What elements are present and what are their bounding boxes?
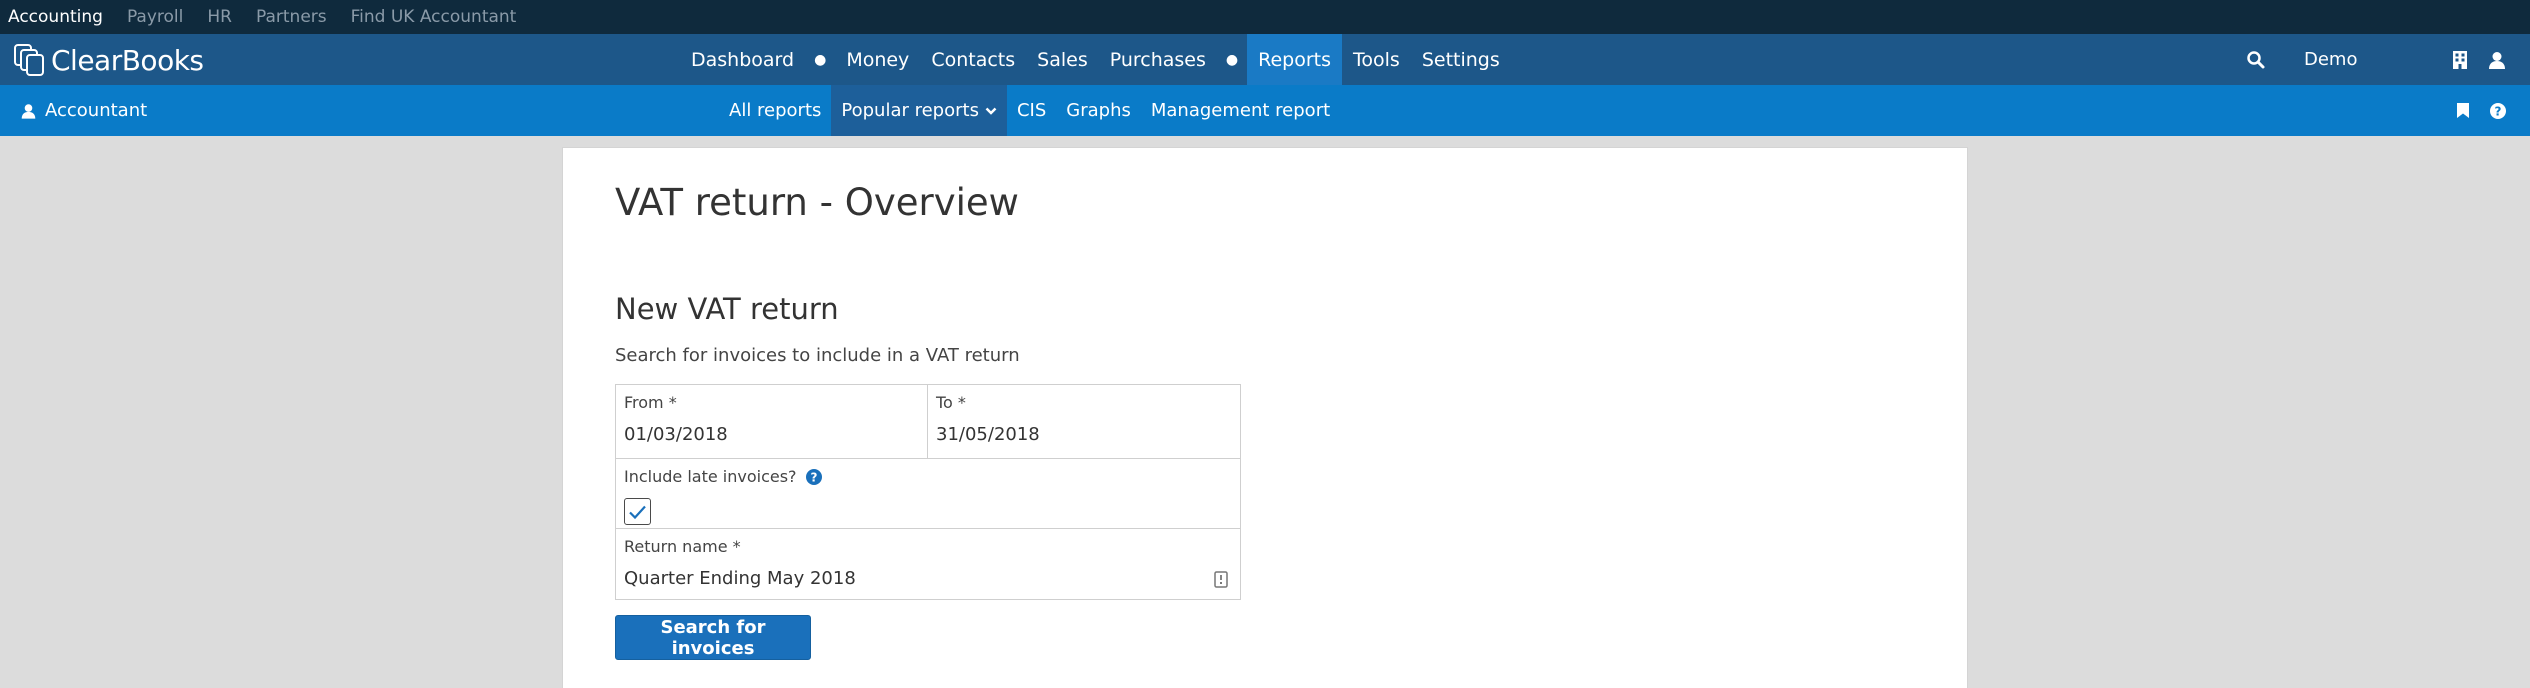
search-button[interactable] [2246,34,2266,85]
late-invoices-label-row: Include late invoices? ? [624,467,1232,486]
company-switcher[interactable]: Demo [2304,34,2357,85]
clearbooks-logo[interactable]: ClearBooks [13,43,204,77]
section-title: New VAT return [615,292,839,326]
from-date-field[interactable]: From * 01/03/2018 [616,385,928,459]
help-icon: ? [2490,102,2506,119]
late-invoices-field: Include late invoices? ? [616,459,1240,529]
to-date-label: To * [936,393,966,412]
return-name-field[interactable]: Return name * Quarter Ending May 2018 [616,529,1240,599]
product-link-payroll[interactable]: Payroll [127,7,183,27]
nav-purchases[interactable]: Purchases [1099,34,1217,85]
sub-nav-items: All reports Popular reports CIS Graphs M… [719,85,1340,136]
subnav-popular-reports[interactable]: Popular reports [831,85,1007,136]
nav-sales[interactable]: Sales [1026,34,1099,85]
building-icon [2453,50,2467,69]
late-invoices-checkbox[interactable] [624,498,651,525]
vat-return-form: From * 01/03/2018 To * 31/05/2018 Includ… [615,384,1241,600]
product-link-hr[interactable]: HR [207,7,232,27]
main-nav-items: Dashboard ● Money Contacts Sales Purchas… [680,34,1511,85]
product-bar: Accounting Payroll HR Partners Find UK A… [0,0,2530,34]
help-icon[interactable]: ? [805,468,823,486]
nav-reports[interactable]: Reports [1247,34,1343,85]
search-invoices-button[interactable]: Search for invoices [615,615,811,660]
search-icon [2247,50,2265,68]
nav-separator-dot: ● [814,51,827,68]
svg-text:?: ? [810,470,817,484]
user-icon [21,103,36,119]
product-link-partners[interactable]: Partners [256,7,327,27]
subnav-all-reports[interactable]: All reports [719,85,831,136]
logo-icon [14,44,44,76]
from-date-label: From * [624,393,677,412]
subnav-cis[interactable]: CIS [1007,85,1056,136]
user-icon [2489,51,2505,69]
product-link-accounting[interactable]: Accounting [8,7,103,27]
help-button[interactable]: ? [2489,85,2507,136]
subnav-management-report[interactable]: Management report [1141,85,1340,136]
nav-contacts[interactable]: Contacts [920,34,1026,85]
return-name-input[interactable]: Quarter Ending May 2018 [624,568,1232,589]
nav-money[interactable]: Money [835,34,920,85]
main-nav: ClearBooks Dashboard ● Money Contacts Sa… [0,34,2530,85]
to-date-input[interactable]: 31/05/2018 [936,424,1232,445]
return-name-label: Return name * [624,537,741,556]
company-button[interactable] [2452,34,2468,85]
field-options-icon[interactable] [1214,571,1228,588]
content-panel: VAT return - Overview New VAT return Sea… [562,147,1968,688]
chevron-down-icon [985,107,997,115]
bookmark-button[interactable] [2456,85,2470,136]
late-invoices-label: Include late invoices? [624,467,797,486]
nav-dashboard[interactable]: Dashboard [680,34,805,85]
user-menu-button[interactable] [2487,34,2507,85]
sub-nav: Accountant All reports Popular reports C… [0,85,2530,136]
accountant-link[interactable]: Accountant [20,85,147,136]
nav-separator-dot: ● [1225,51,1239,68]
subnav-popular-reports-label: Popular reports [841,100,979,121]
accountant-label: Accountant [45,100,148,121]
svg-text:?: ? [2495,104,2502,118]
bookmark-icon [2457,103,2469,118]
from-date-input[interactable]: 01/03/2018 [624,424,919,445]
logo-text: ClearBooks [51,43,204,77]
to-date-field[interactable]: To * 31/05/2018 [928,385,1240,459]
nav-settings[interactable]: Settings [1411,34,1511,85]
section-description: Search for invoices to include in a VAT … [615,345,1020,366]
checkmark-icon [629,505,646,519]
subnav-graphs[interactable]: Graphs [1056,85,1141,136]
page-title: VAT return - Overview [615,181,1019,224]
nav-tools[interactable]: Tools [1342,34,1411,85]
product-link-find-accountant[interactable]: Find UK Accountant [351,7,517,27]
